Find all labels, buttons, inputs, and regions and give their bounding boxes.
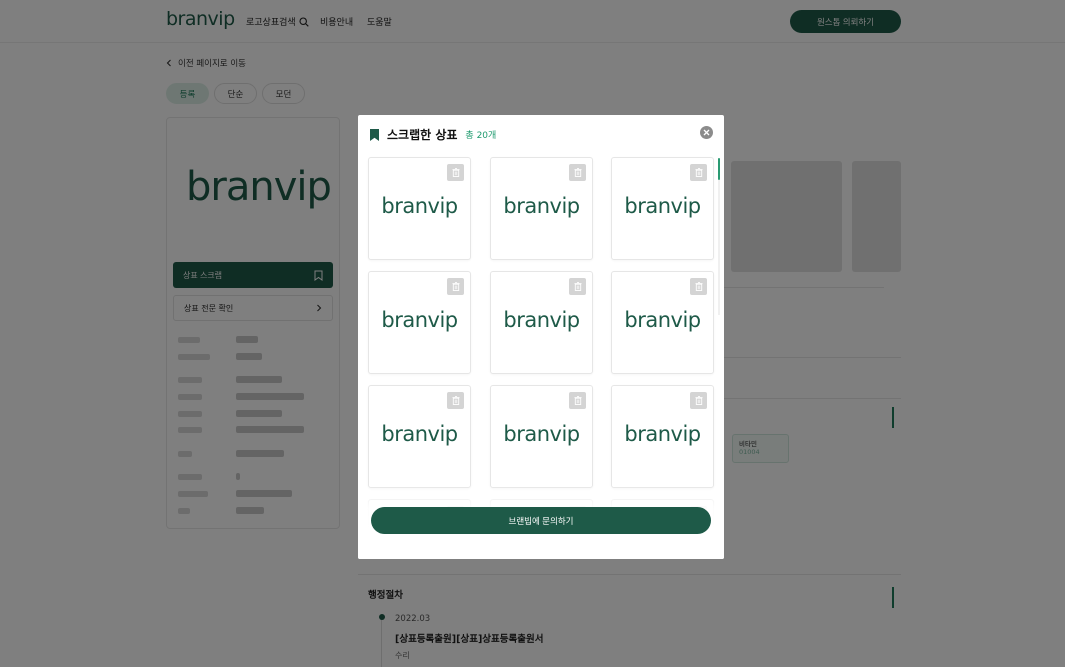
close-icon[interactable] xyxy=(700,126,713,139)
scrap-count: 총 20개 xyxy=(465,131,497,141)
modal-title: 스크랩한 상표 xyxy=(387,128,458,142)
scrap-card[interactable]: branvip xyxy=(611,271,714,374)
trash-icon[interactable] xyxy=(447,278,464,295)
trash-icon[interactable] xyxy=(569,392,586,409)
trash-icon[interactable] xyxy=(569,278,586,295)
scrap-modal: 스크랩한 상표 총 20개 branvip branvip branvip branv… xyxy=(358,115,724,559)
trash-icon[interactable] xyxy=(690,392,707,409)
scrap-card-logo: branvip xyxy=(381,194,458,218)
scrap-card-logo: branvip xyxy=(381,308,458,332)
trash-icon[interactable] xyxy=(447,164,464,181)
scrap-card[interactable]: branvip xyxy=(368,157,471,260)
scrap-card[interactable]: branvip xyxy=(368,385,471,488)
scrap-card-logo: branvip xyxy=(503,194,580,218)
scrap-card[interactable]: branvip xyxy=(490,271,593,374)
trash-icon[interactable] xyxy=(569,164,586,181)
scrap-card-logo: branvip xyxy=(503,308,580,332)
scrap-card[interactable]: branvip xyxy=(611,385,714,488)
scrap-card-logo: branvip xyxy=(381,422,458,446)
scrap-card[interactable]: branvip xyxy=(368,271,471,374)
trash-icon[interactable] xyxy=(690,278,707,295)
inquiry-button[interactable]: 브랜빕에 문의하기 xyxy=(371,507,711,534)
scrap-card[interactable]: branvip xyxy=(611,157,714,260)
scrap-card-logo: branvip xyxy=(624,422,701,446)
trash-icon[interactable] xyxy=(447,392,464,409)
scrap-card-logo: branvip xyxy=(503,422,580,446)
modal-header: 스크랩한 상표 총 20개 xyxy=(370,126,496,143)
trash-icon[interactable] xyxy=(690,164,707,181)
scrollbar-thumb[interactable] xyxy=(718,158,720,180)
scrap-card-logo: branvip xyxy=(624,308,701,332)
scrap-card[interactable]: branvip xyxy=(490,385,593,488)
scrollbar-track[interactable] xyxy=(718,180,720,315)
scrap-card-logo: branvip xyxy=(624,194,701,218)
bookmark-icon xyxy=(370,128,379,141)
scrap-card[interactable]: branvip xyxy=(490,157,593,260)
